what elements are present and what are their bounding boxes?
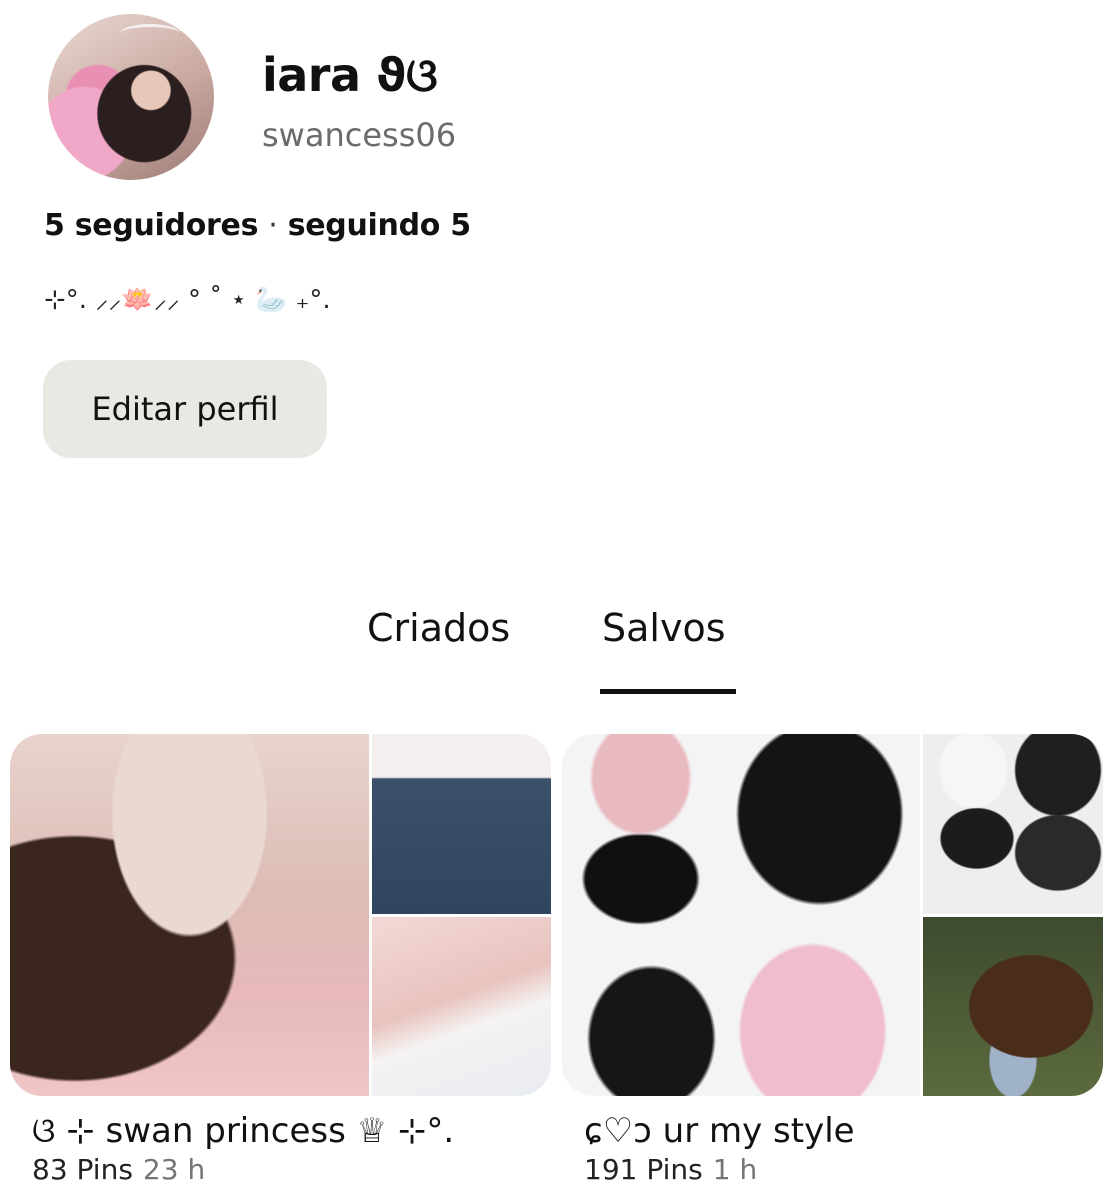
board-meta: 83 Pins 23 h — [32, 1152, 551, 1188]
tab-saved[interactable]: Salvos — [602, 606, 726, 650]
board-updated-time: 23 h — [142, 1153, 206, 1186]
board-cover-image — [923, 734, 1103, 914]
tab-created[interactable]: Criados — [367, 606, 510, 650]
board-cover-image — [372, 734, 551, 914]
board-cover-image — [372, 917, 551, 1096]
profile-display-name: iara ϑଓ — [262, 48, 438, 102]
profile-username: swancess06 — [262, 116, 457, 154]
board-title[interactable]: ଓ ⊹ swan princess ♕ ⊹°. — [32, 1110, 551, 1152]
board-pin-count: 83 Pins — [32, 1153, 133, 1186]
following-count[interactable]: seguindo 5 — [288, 208, 471, 243]
profile-avatar[interactable] — [48, 14, 214, 180]
board-title[interactable]: ɕ♡ɔ ur my style — [584, 1110, 1103, 1152]
follow-stats: 5 seguidores · seguindo 5 — [44, 208, 471, 243]
board-pin-count: 191 Pins — [584, 1153, 703, 1186]
board-cover-image — [562, 734, 920, 1096]
active-tab-indicator — [600, 689, 736, 694]
tiara-decoration — [120, 24, 180, 43]
board-cover-image — [10, 734, 369, 1096]
board-cover-image — [923, 917, 1103, 1096]
profile-tabs: Criados Salvos — [0, 600, 1114, 700]
board-cover-collage[interactable] — [562, 734, 1103, 1096]
board-meta: 191 Pins 1 h — [584, 1152, 1103, 1188]
edit-profile-button[interactable]: Editar perfil — [43, 360, 327, 458]
board-card[interactable]: ଓ ⊹ swan princess ♕ ⊹°. 83 Pins 23 h — [10, 734, 551, 1188]
board-card[interactable]: ɕ♡ɔ ur my style 191 Pins 1 h — [562, 734, 1103, 1188]
board-updated-time: 1 h — [712, 1153, 758, 1186]
stats-separator: · — [268, 208, 278, 243]
board-cover-collage[interactable] — [10, 734, 551, 1096]
profile-bio: ⊹°. ⸝⸝🪷⸝⸝ ° ˚ ⋆ 🦢 ₊°. — [44, 285, 331, 315]
followers-count[interactable]: 5 seguidores — [44, 208, 258, 243]
